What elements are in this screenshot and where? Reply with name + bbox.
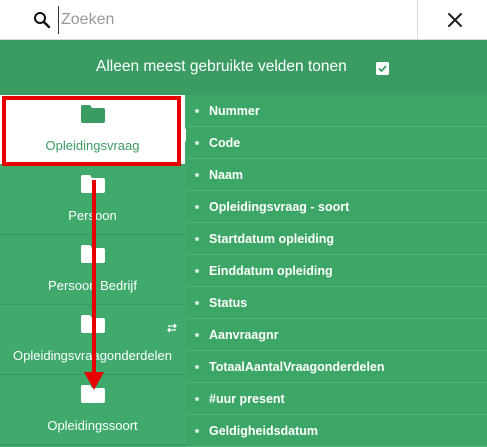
bullet-icon <box>195 205 199 209</box>
swap-icon <box>167 323 177 333</box>
field-label: Opleidingsvraag - soort <box>209 200 350 214</box>
divider <box>417 0 418 40</box>
field-label: TotaalAantalVraagonderdelen <box>209 360 385 374</box>
field-label: Aanvraagnr <box>209 328 279 342</box>
field-label: Startdatum opleiding <box>209 232 334 246</box>
bullet-icon <box>195 333 199 337</box>
field-item[interactable]: #uur present <box>186 383 487 415</box>
field-label: Einddatum opleiding <box>209 264 333 278</box>
field-item[interactable]: Naam <box>186 159 487 191</box>
field-item[interactable]: Code <box>186 127 487 159</box>
field-list: Nummer Code Naam Opleidingsvraag - soort… <box>186 95 487 447</box>
field-label: Status <box>209 296 248 310</box>
search-input[interactable] <box>58 6 388 34</box>
folder-icon <box>81 105 105 123</box>
search-icon <box>34 12 51 29</box>
field-label: Naam <box>209 168 244 182</box>
field-item[interactable]: Aanvraagnr <box>186 319 487 351</box>
bullet-icon <box>195 237 199 241</box>
most-used-fields-header: Alleen meest gebruikte velden tonen <box>0 40 487 95</box>
category-label: Opleidingssoort <box>47 418 138 433</box>
field-item[interactable]: Einddatum opleiding <box>186 255 487 287</box>
bullet-icon <box>195 397 199 401</box>
field-item[interactable]: Nummer <box>186 95 487 127</box>
field-item[interactable]: Startdatum opleiding <box>186 223 487 255</box>
close-icon[interactable] <box>443 8 467 32</box>
category-label: Opleidingsvraag <box>45 138 140 153</box>
most-used-fields-label: Alleen meest gebruikte velden tonen <box>96 58 347 75</box>
bullet-icon <box>195 141 199 145</box>
field-item[interactable]: TotaalAantalVraagonderdelen <box>186 351 487 383</box>
most-used-fields-checkbox[interactable] <box>376 62 389 75</box>
bullet-icon <box>195 429 199 433</box>
annotation-arrow-head <box>84 372 104 390</box>
field-item[interactable]: Opleidingsvraag - soort <box>186 191 487 223</box>
field-label: Nummer <box>209 104 260 118</box>
bullet-icon <box>195 365 199 369</box>
search-bar <box>0 0 487 40</box>
field-label: #uur present <box>209 392 285 406</box>
bullet-icon <box>195 269 199 273</box>
field-item[interactable]: Geldigheidsdatum <box>186 415 487 447</box>
field-item[interactable]: Status <box>186 287 487 319</box>
bullet-icon <box>195 109 199 113</box>
category-opleidingsvraag[interactable]: Opleidingsvraag <box>0 95 185 165</box>
field-label: Geldigheidsdatum <box>209 424 319 438</box>
bullet-icon <box>195 301 199 305</box>
field-label: Code <box>209 136 241 150</box>
bullet-icon <box>195 173 199 177</box>
annotation-arrow-line <box>92 180 96 375</box>
